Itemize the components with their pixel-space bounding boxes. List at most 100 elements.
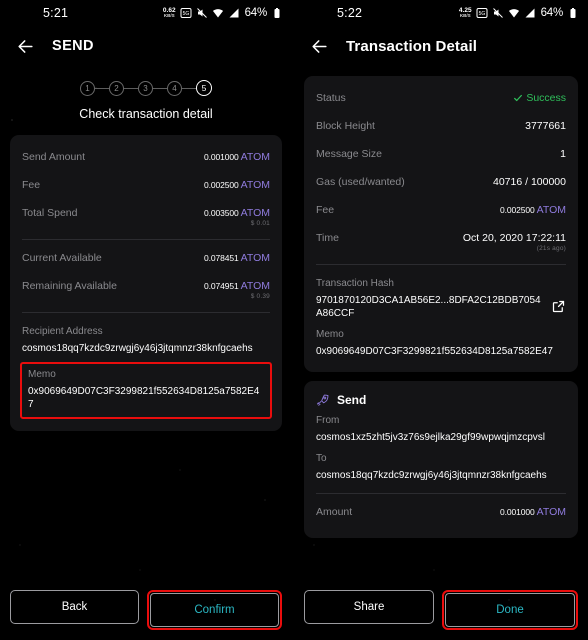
detail-row-gas: Gas (used/wanted) 40716 / 100000	[316, 170, 566, 198]
amount-value: 0.002500	[499, 205, 535, 215]
amount-value: 0.001000	[203, 152, 239, 162]
battery-icon	[570, 8, 576, 18]
step-4[interactable]: 4	[167, 80, 182, 96]
back-action-button[interactable]: Back	[10, 590, 139, 624]
back-arrow-icon	[311, 39, 327, 53]
value-stack: 0.074951 ATOM $ 0.39	[204, 280, 270, 300]
detail-row-fee: Fee 0.002500 ATOM	[316, 198, 566, 226]
divider	[316, 264, 566, 265]
app-bar: SEND	[0, 26, 292, 66]
external-link-button[interactable]	[551, 299, 566, 319]
status-bar: 5:21 0.62 KB/S 5G 64%	[0, 0, 292, 26]
currency-unit: ATOM	[240, 151, 270, 163]
step-connector	[182, 87, 196, 89]
usd-equivalent: $ 0.01	[250, 220, 270, 227]
currency-unit: ATOM	[240, 280, 270, 292]
status-text: Success	[526, 92, 566, 104]
field-label: Recipient Address	[22, 326, 103, 337]
external-link-icon	[552, 300, 565, 313]
status-bar-clock: 5:21	[43, 6, 69, 20]
bottom-action-bar: Back Confirm	[0, 590, 292, 630]
status-bar: 5:22 4.25 KB/S 5G 64%	[294, 0, 588, 26]
data-saver-icon: 5G	[476, 8, 488, 18]
field-label: Transaction Hash	[316, 278, 394, 289]
battery-percent-label: 64%	[244, 7, 268, 19]
svg-text:5G: 5G	[478, 11, 485, 17]
status-bar-clock: 5:22	[337, 6, 363, 20]
to-address-value: cosmos18qq7kzdc9zrwgj6y46j3jtqmnzr38knfg…	[316, 470, 547, 481]
row-value: 40716 / 100000	[493, 176, 566, 188]
send-card-header: Send	[316, 391, 566, 413]
divider	[22, 239, 270, 240]
step-5-active[interactable]: 5	[196, 80, 212, 96]
step-3[interactable]: 3	[138, 80, 153, 96]
row-value: Oct 20, 2020 17:22:11	[462, 232, 566, 244]
page-title: SEND	[52, 38, 94, 54]
step-1[interactable]: 1	[80, 80, 95, 96]
field-label: From	[316, 415, 340, 426]
amount-value: 0.078451	[203, 253, 239, 263]
row-label: Send Amount	[22, 151, 86, 163]
to-field: To cosmos18qq7kzdc9zrwgj6y46j3jtqmnzr38k…	[316, 446, 566, 484]
currency-unit: ATOM	[536, 506, 566, 518]
row-value: 0.001000 ATOM	[500, 506, 566, 518]
status-bar-icons: 4.25 KB/S 5G 64%	[459, 7, 579, 19]
row-value: 1	[560, 148, 566, 160]
memo-value: 0x9069649D07C3F3299821f552634D8125a7582E…	[316, 346, 553, 357]
wifi-icon	[508, 9, 519, 18]
confirm-button-wrap: Confirm	[147, 590, 282, 630]
field-label: To	[316, 453, 327, 464]
row-value: 0.003500 ATOM	[204, 207, 270, 219]
row-label: Time	[316, 232, 339, 244]
mute-icon	[196, 8, 207, 18]
share-button[interactable]: Share	[304, 590, 434, 624]
row-value: 0.002500 ATOM	[500, 204, 566, 216]
summary-row-remaining-available: Remaining Available 0.074951 ATOM $ 0.39	[22, 274, 270, 306]
status-badge: Success	[513, 92, 566, 104]
detail-row-block-height: Block Height 3777661	[316, 114, 566, 142]
status-bar-icons: 0.62 KB/S 5G 64%	[163, 7, 283, 19]
currency-unit: ATOM	[240, 252, 270, 264]
row-value: 0.074951 ATOM	[204, 280, 270, 292]
step-connector	[95, 87, 109, 89]
recipient-address-value: cosmos18qq7kzdc9zrwgj6y46j3jtqmnzr38knfg…	[22, 343, 253, 354]
time-relative: (21s ago)	[536, 245, 566, 252]
from-address-value: cosmos1xz5zht5jv3z76s9ejlka29gf99wpwqjmz…	[316, 432, 545, 443]
share-button-wrap: Share	[304, 590, 434, 630]
back-button-wrap: Back	[10, 590, 139, 630]
row-label: Status	[316, 92, 346, 104]
amount-value: 0.003500	[203, 208, 239, 218]
network-speed-unit: KB/S	[163, 13, 175, 18]
divider	[316, 493, 566, 494]
row-label: Remaining Available	[22, 280, 117, 292]
wifi-icon	[212, 9, 223, 18]
currency-unit: ATOM	[240, 179, 270, 191]
row-value: 3777661	[525, 120, 566, 132]
summary-row-total-spend: Total Spend 0.003500 ATOM $ 0.01	[22, 201, 270, 233]
value-stack: 0.003500 ATOM $ 0.01	[204, 207, 270, 227]
back-button[interactable]	[10, 31, 40, 61]
currency-unit: ATOM	[536, 204, 566, 216]
send-confirm-screen: 5:21 0.62 KB/S 5G 64% SEND 1 2 3 4 5 Che…	[0, 0, 294, 640]
recipient-address-field: Recipient Address cosmos18qq7kzdc9zrwgj6…	[22, 319, 270, 357]
confirm-button[interactable]: Confirm	[150, 593, 279, 627]
row-label: Amount	[316, 506, 353, 518]
memo-field-highlighted: Memo 0x9069649D07C3F3299821f552634D8125a…	[20, 362, 272, 419]
row-label: Current Available	[22, 252, 102, 264]
signal-icon	[525, 8, 535, 18]
value-stack: Oct 20, 2020 17:22:11 (21s ago)	[463, 232, 566, 252]
transaction-hash-field: Transaction Hash 9701870120D3CA1AB56E2..…	[316, 271, 566, 322]
page-title: Transaction Detail	[346, 37, 478, 55]
mute-icon	[492, 8, 503, 18]
step-2[interactable]: 2	[109, 80, 124, 96]
data-saver-icon: 5G	[180, 8, 192, 18]
row-label: Total Spend	[22, 207, 78, 219]
memo-field: Memo 0x9069649D07C3F3299821f552634D8125a…	[316, 322, 566, 360]
row-value: 0.001000 ATOM	[204, 151, 270, 163]
back-button[interactable]	[304, 31, 334, 61]
summary-row-current-available: Current Available 0.078451 ATOM	[22, 246, 270, 274]
done-button[interactable]: Done	[445, 593, 575, 627]
field-label: Memo	[316, 329, 344, 340]
bottom-action-bar: Share Done	[294, 590, 588, 630]
detail-row-message-size: Message Size 1	[316, 142, 566, 170]
